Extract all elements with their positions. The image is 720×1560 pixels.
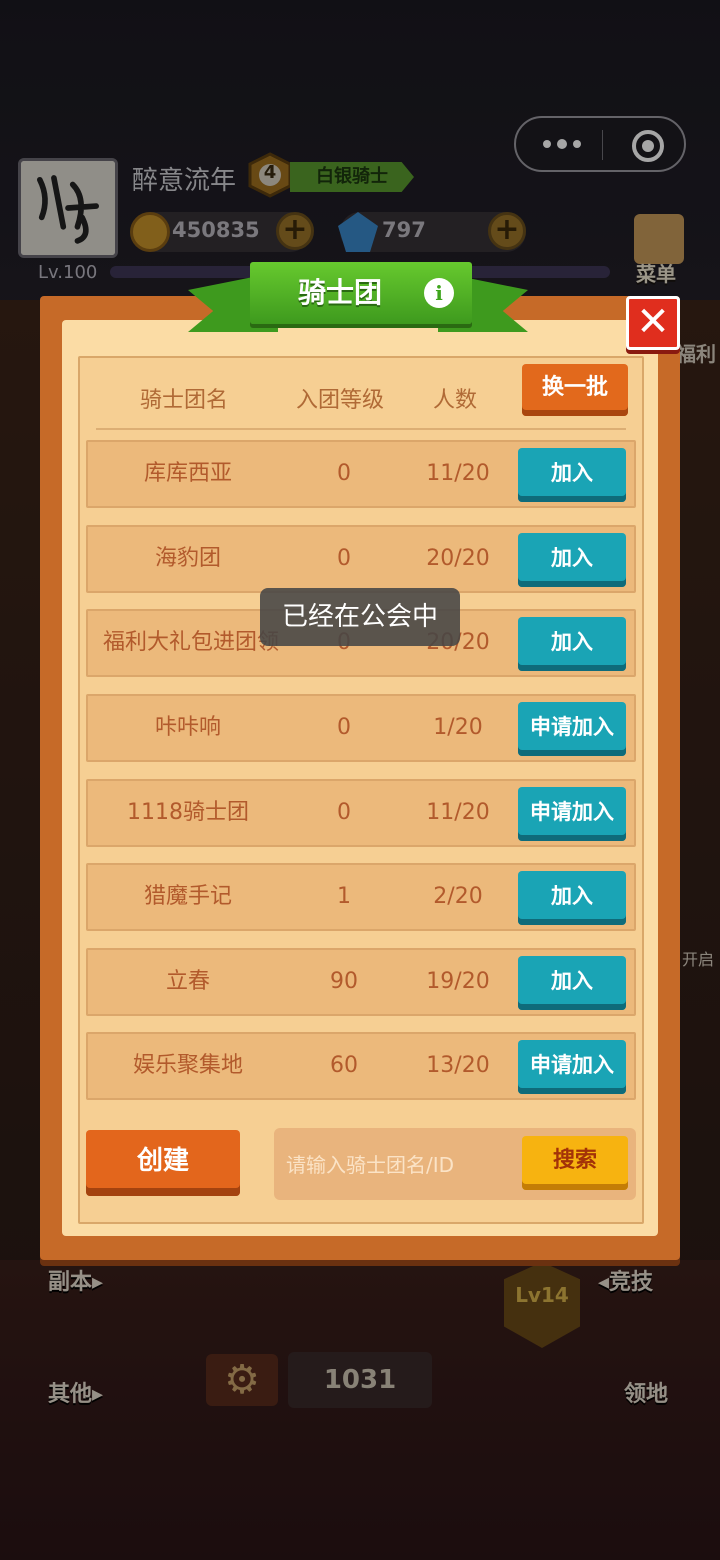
column-header-count: 人数 bbox=[433, 388, 478, 413]
apply-join-button[interactable]: 申请加入 bbox=[518, 702, 626, 756]
guild-name: 猎魔手记 bbox=[143, 884, 232, 909]
column-header-level: 入团等级 bbox=[296, 388, 385, 413]
guild-member-count: 1/20 bbox=[433, 715, 483, 740]
guild-member-count: 13/20 bbox=[426, 1053, 490, 1078]
header-divider bbox=[96, 428, 626, 430]
apply-join-button[interactable]: 申请加入 bbox=[518, 1040, 626, 1094]
guild-member-count: 20/20 bbox=[426, 546, 490, 571]
column-header-name: 骑士团名 bbox=[140, 388, 229, 413]
info-icon[interactable] bbox=[424, 278, 454, 308]
guild-join-level: 90 bbox=[330, 969, 358, 994]
guild-member-count: 2/20 bbox=[433, 884, 483, 909]
guild-join-level: 0 bbox=[337, 461, 351, 486]
table-row: 猎魔手记 1 2/20 加入 bbox=[86, 863, 636, 931]
guild-name: 立春 bbox=[165, 969, 210, 994]
dialog-title: 骑士团 bbox=[297, 276, 382, 309]
guild-member-count: 19/20 bbox=[426, 969, 490, 994]
table-row: 1118骑士团 0 11/20 申请加入 bbox=[86, 779, 636, 847]
guild-join-level: 0 bbox=[337, 800, 351, 825]
table-row: 海豹团 0 20/20 加入 bbox=[86, 525, 636, 593]
create-guild-button[interactable]: 创建 bbox=[86, 1130, 240, 1196]
guild-search-input[interactable] bbox=[284, 1134, 518, 1196]
guild-join-level: 0 bbox=[337, 715, 351, 740]
table-row: 咔咔响 0 1/20 申请加入 bbox=[86, 694, 636, 762]
guild-join-level: 60 bbox=[330, 1053, 358, 1078]
guild-name: 海豹团 bbox=[154, 546, 221, 571]
guild-join-level: 1 bbox=[337, 884, 351, 909]
guild-name: 娱乐聚集地 bbox=[132, 1053, 243, 1078]
close-button[interactable]: ✕ bbox=[626, 296, 680, 350]
guild-join-level: 0 bbox=[337, 546, 351, 571]
guild-name: 1118骑士团 bbox=[127, 800, 249, 825]
join-button[interactable]: 加入 bbox=[518, 956, 626, 1010]
join-button[interactable]: 加入 bbox=[518, 533, 626, 587]
join-button[interactable]: 加入 bbox=[518, 448, 626, 502]
apply-join-button[interactable]: 申请加入 bbox=[518, 787, 626, 841]
guild-member-count: 11/20 bbox=[426, 800, 490, 825]
guild-name: 咔咔响 bbox=[154, 715, 221, 740]
toast-message: 已经在公会中 bbox=[260, 588, 460, 646]
search-button[interactable]: 搜索 bbox=[522, 1136, 628, 1190]
guild-member-count: 11/20 bbox=[426, 461, 490, 486]
table-row: 立春 90 19/20 加入 bbox=[86, 948, 636, 1016]
table-row: 库库西亚 0 11/20 加入 bbox=[86, 440, 636, 508]
join-button[interactable]: 加入 bbox=[518, 617, 626, 671]
table-row: 娱乐聚集地 60 13/20 申请加入 bbox=[86, 1032, 636, 1100]
refresh-batch-button[interactable]: 换一批 bbox=[522, 364, 628, 416]
join-button[interactable]: 加入 bbox=[518, 871, 626, 925]
guild-name: 库库西亚 bbox=[143, 461, 232, 486]
